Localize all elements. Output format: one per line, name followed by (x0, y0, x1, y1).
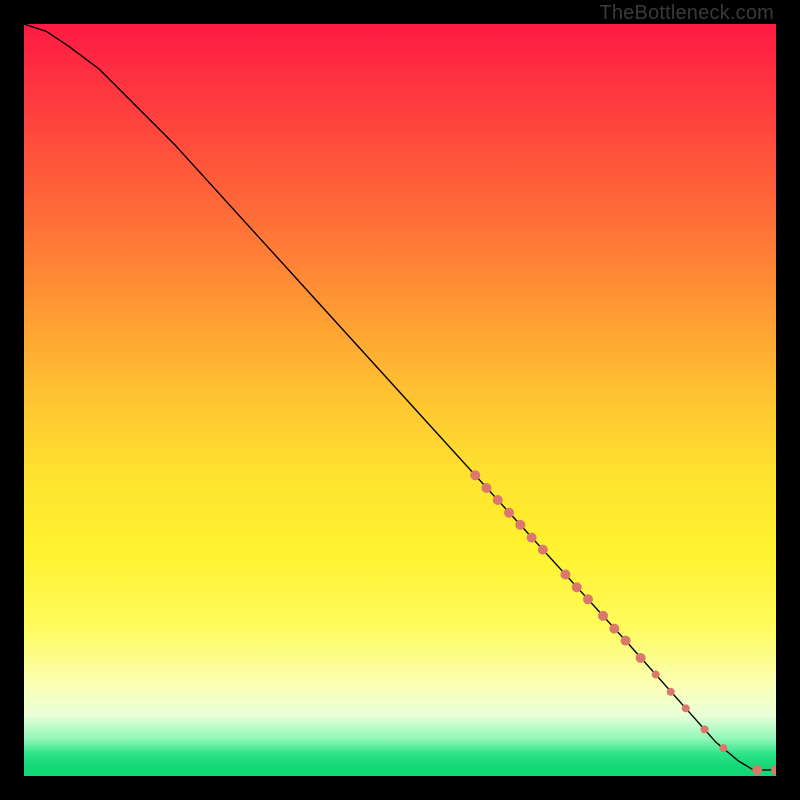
data-marker (527, 533, 537, 543)
marker-group (470, 470, 776, 775)
data-marker (598, 611, 608, 621)
data-marker (752, 765, 762, 775)
data-marker (504, 508, 514, 518)
data-marker (667, 688, 675, 696)
bottleneck-curve (24, 24, 776, 770)
data-marker (572, 582, 582, 592)
chart-svg (24, 24, 776, 776)
data-marker (701, 725, 709, 733)
data-marker (481, 483, 491, 493)
data-marker (771, 765, 776, 775)
data-marker (652, 670, 660, 678)
data-marker (636, 653, 646, 663)
data-marker (621, 636, 631, 646)
data-marker (515, 520, 525, 530)
data-marker (682, 704, 690, 712)
chart-area (24, 24, 776, 776)
data-marker (470, 470, 480, 480)
watermark-text: TheBottleneck.com (599, 2, 774, 25)
data-marker (560, 569, 570, 579)
data-marker (538, 545, 548, 555)
data-marker (493, 495, 503, 505)
data-marker (609, 624, 619, 634)
data-marker (583, 594, 593, 604)
data-marker (719, 744, 727, 752)
